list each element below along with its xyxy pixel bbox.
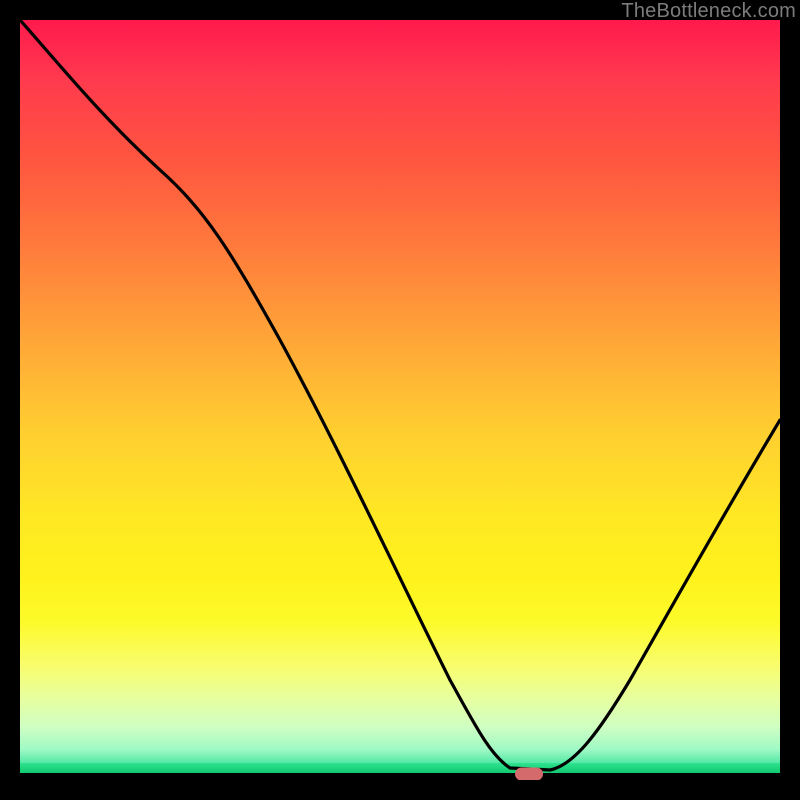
baseline-strip	[20, 763, 780, 773]
plot-area	[20, 20, 780, 780]
background-gradient	[20, 20, 780, 772]
chart-frame: TheBottleneck.com	[0, 0, 800, 800]
watermark-text: TheBottleneck.com	[621, 0, 796, 23]
